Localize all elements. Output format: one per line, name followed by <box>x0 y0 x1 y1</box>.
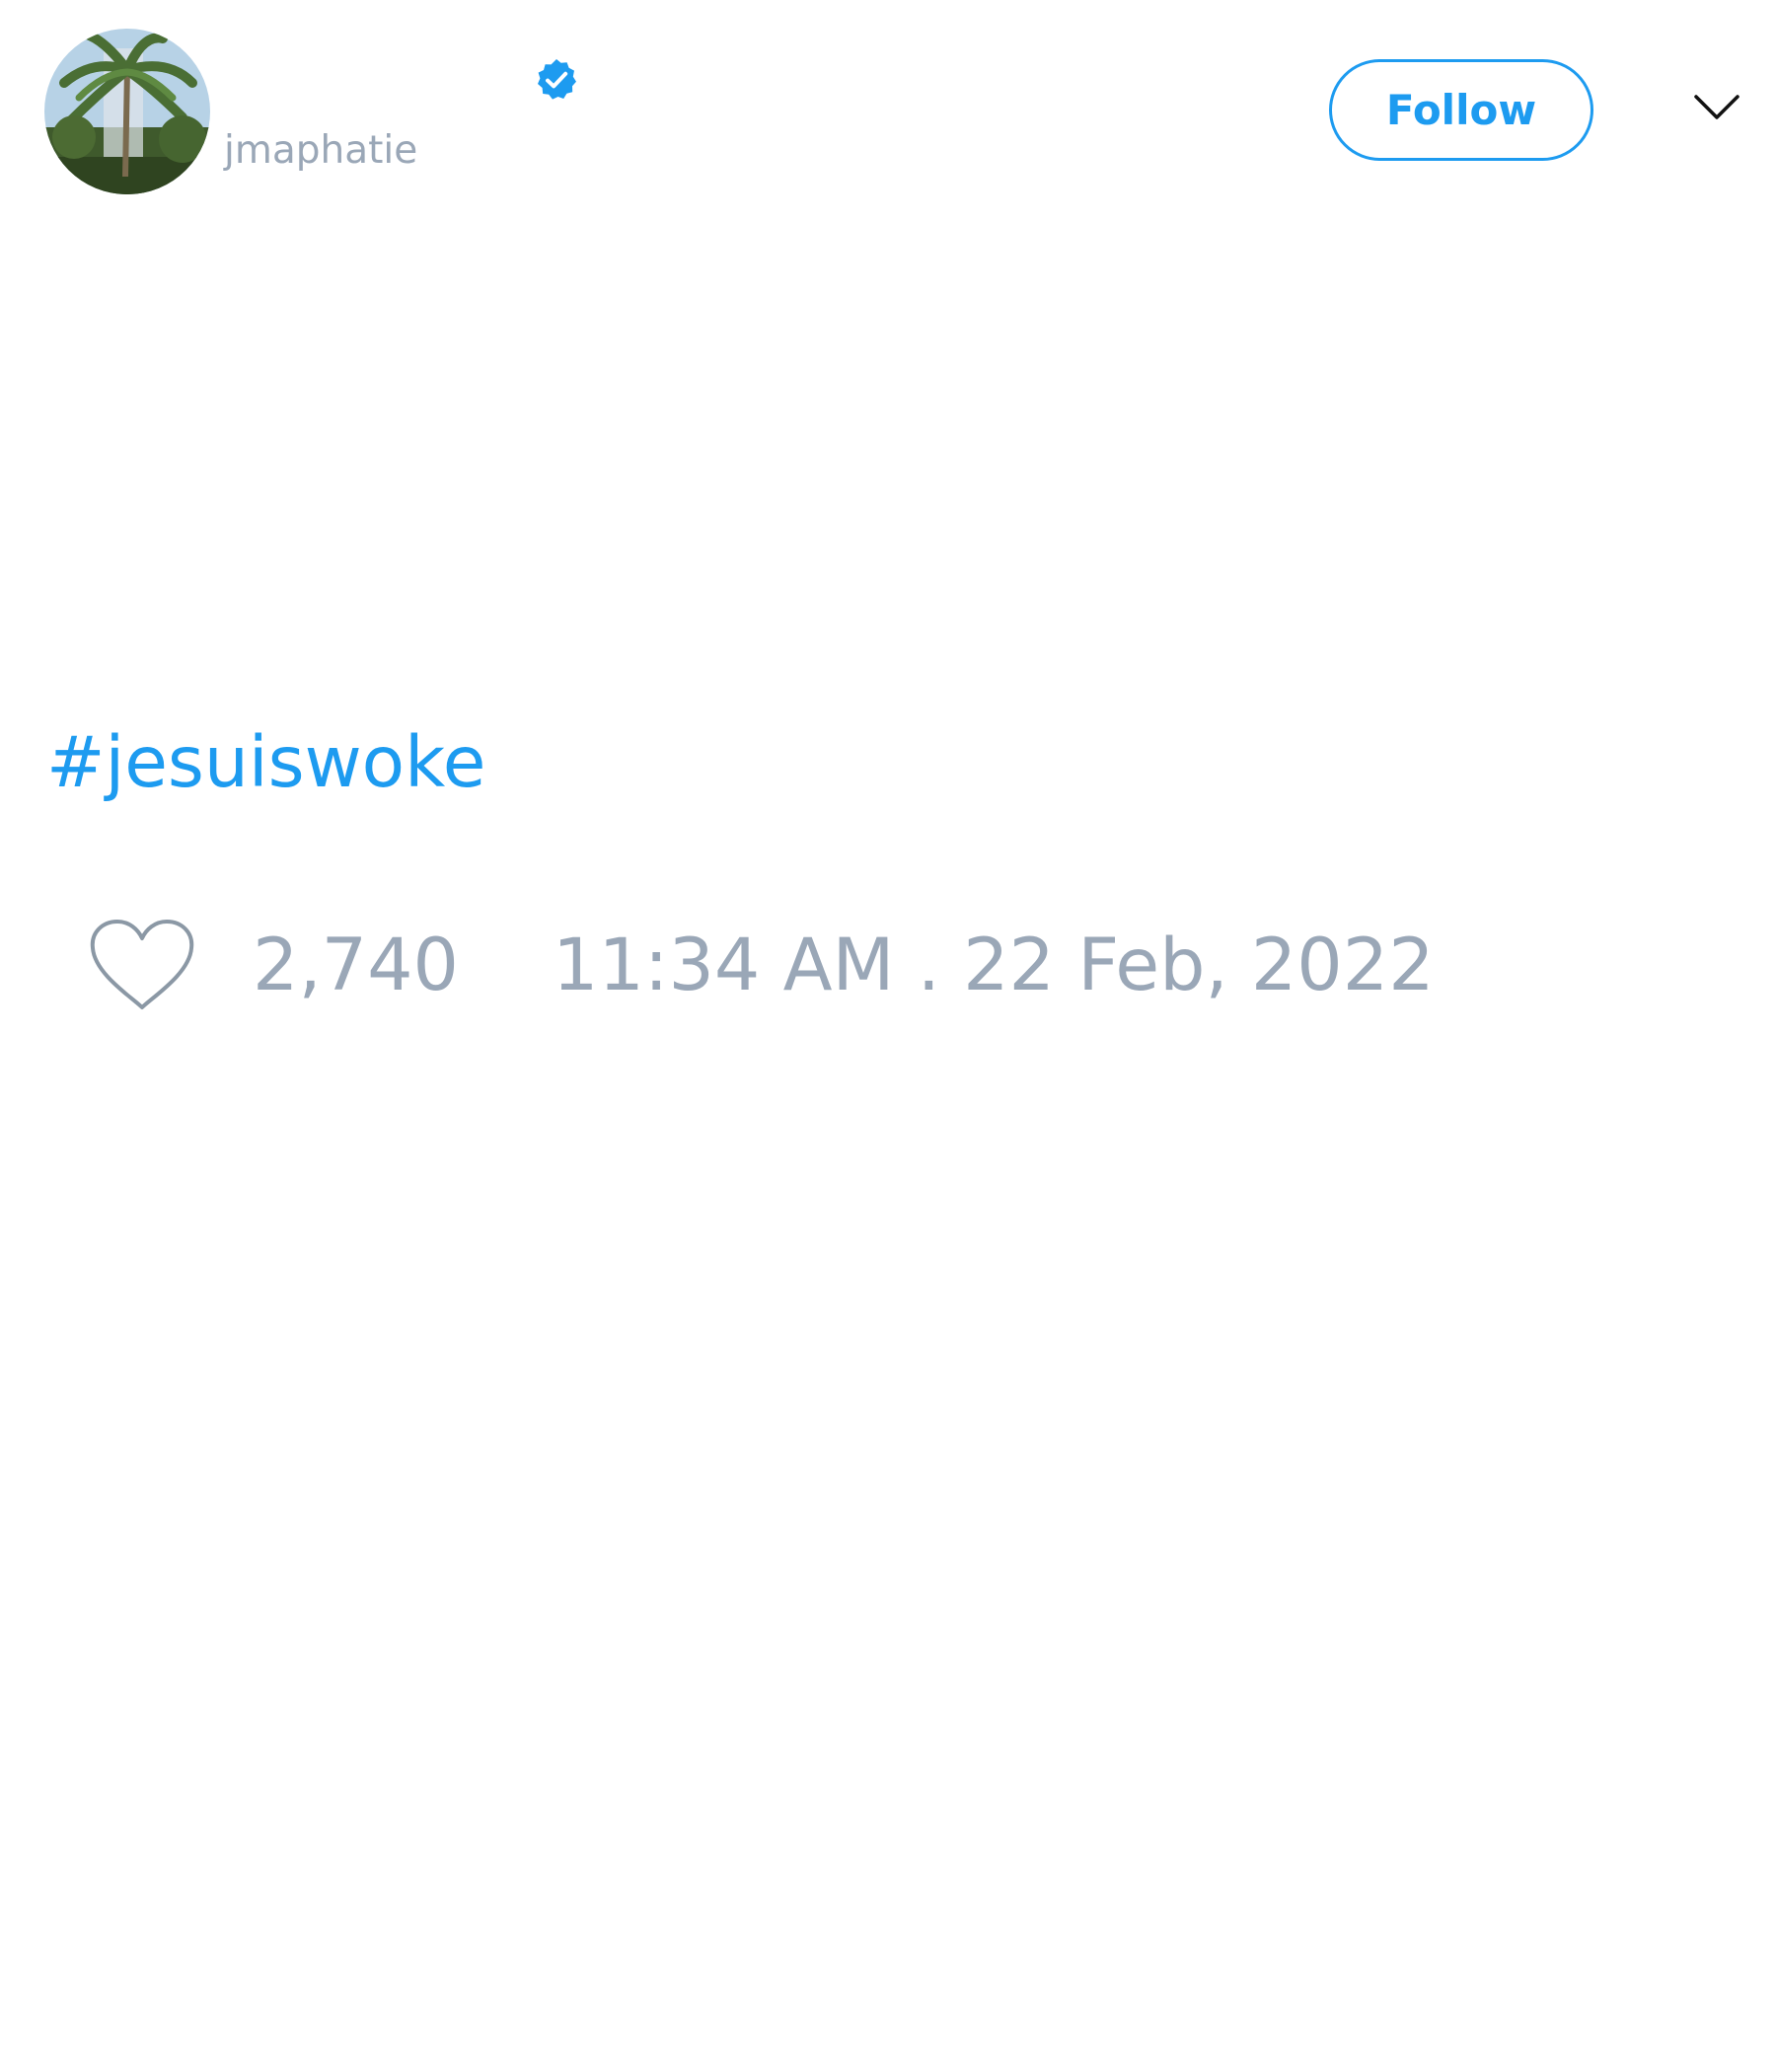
follow-button[interactable]: Follow <box>1329 59 1593 161</box>
heart-outline-icon[interactable] <box>89 919 195 1013</box>
avatar[interactable] <box>44 29 210 194</box>
hashtag-link[interactable]: #jesuiswoke <box>46 718 485 807</box>
like-count: 2,740 <box>253 924 459 1007</box>
author-handle[interactable]: jmaphatie <box>224 126 417 176</box>
verified-badge-icon <box>538 59 576 100</box>
chevron-down-icon[interactable] <box>1693 93 1740 122</box>
tweet-timestamp[interactable]: 11:34 AM . 22 Feb, 2022 <box>553 921 1435 1011</box>
avatar-image <box>44 29 210 194</box>
